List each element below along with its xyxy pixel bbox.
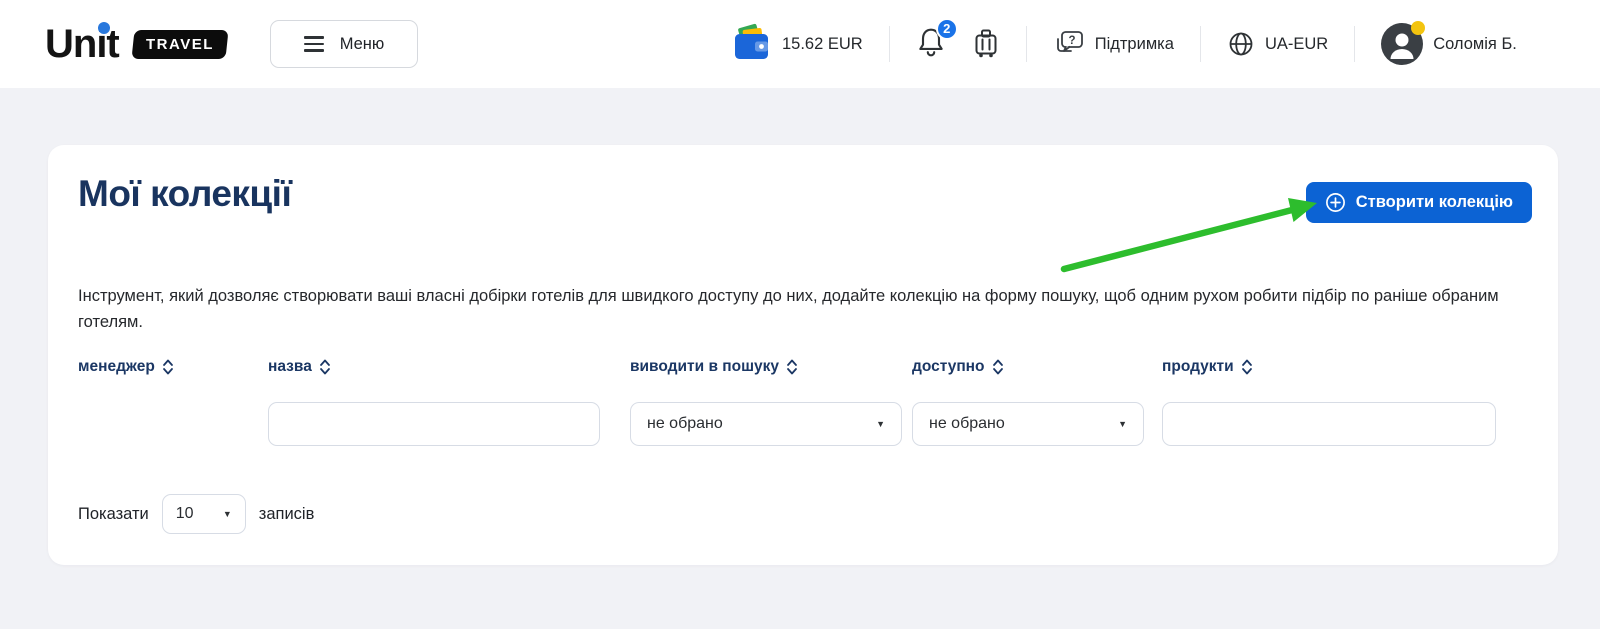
header-divider	[889, 26, 890, 62]
column-header-name[interactable]: назва	[268, 358, 331, 376]
green-arrow-annotation	[1040, 190, 1330, 285]
filter-available-value: не обрано	[929, 415, 1005, 433]
chevron-down-icon: ▼	[876, 419, 885, 429]
locale-currency-button[interactable]: UA-EUR	[1227, 30, 1328, 58]
menu-button-label: Меню	[340, 35, 385, 54]
chevron-down-icon: ▼	[223, 509, 232, 519]
locale-label: UA-EUR	[1265, 35, 1328, 54]
brand-logo[interactable]: Unit TRAVEL	[45, 22, 227, 66]
top-navigation-bar: Unit TRAVEL Меню 15.62 EUR	[0, 0, 1600, 88]
status-dot-icon	[1411, 21, 1425, 35]
sort-icon	[319, 358, 331, 376]
brand-wordmark: Unit	[45, 22, 119, 66]
filter-available-select[interactable]: не обрано ▼	[912, 402, 1144, 446]
trips-button[interactable]	[972, 28, 1000, 60]
brand-badge: TRAVEL	[131, 30, 228, 59]
header-divider	[1200, 26, 1201, 62]
filter-name-input[interactable]	[268, 402, 600, 446]
column-header-available[interactable]: доступно	[912, 358, 1004, 376]
column-header-products[interactable]: продукти	[1162, 358, 1253, 376]
support-chat-icon: ?	[1053, 29, 1085, 59]
wallet-balance: 15.62 EUR	[782, 35, 863, 54]
page-size-records-label: записів	[259, 505, 315, 524]
filter-show-in-search-value: не обрано	[647, 415, 723, 433]
column-header-show-in-search[interactable]: виводити в пошуку	[630, 358, 798, 376]
notifications-button[interactable]: 2	[916, 26, 946, 63]
support-label: Підтримка	[1095, 35, 1174, 54]
column-header-manager[interactable]: менеджер	[78, 358, 174, 376]
page-description: Інструмент, який дозволяє створювати ваш…	[78, 283, 1520, 336]
hamburger-icon	[304, 36, 324, 51]
header-divider	[1026, 26, 1027, 62]
sort-icon	[992, 358, 1004, 376]
support-button[interactable]: ? Підтримка	[1053, 29, 1174, 59]
user-menu-button[interactable]: Соломія Б.	[1381, 23, 1517, 65]
header-divider	[1354, 26, 1355, 62]
menu-button[interactable]: Меню	[270, 20, 418, 68]
page-title: Мої колекції	[78, 173, 291, 215]
sort-icon	[1241, 358, 1253, 376]
page-size-row: Показати 10 ▼ записів	[78, 494, 314, 534]
notifications-count-badge: 2	[936, 18, 958, 40]
sort-icon	[162, 358, 174, 376]
create-collection-button[interactable]: Створити колекцію	[1306, 182, 1532, 223]
wallet-balance-button[interactable]: 15.62 EUR	[730, 23, 863, 65]
header-actions: 15.62 EUR 2	[730, 0, 1580, 88]
plus-circle-icon	[1325, 192, 1346, 213]
chevron-down-icon: ▼	[1118, 419, 1127, 429]
svg-text:?: ?	[1068, 35, 1075, 47]
sort-icon	[786, 358, 798, 376]
brand-dot-icon	[98, 22, 110, 34]
luggage-icon	[972, 28, 1000, 60]
page-size-value: 10	[176, 505, 194, 523]
user-name: Соломія Б.	[1433, 35, 1517, 54]
collections-panel: Мої колекції Створити колекцію Інструмен…	[48, 145, 1558, 565]
page-size-show-label: Показати	[78, 505, 149, 524]
filter-products-input[interactable]	[1162, 402, 1496, 446]
globe-icon	[1227, 30, 1255, 58]
avatar	[1381, 23, 1423, 65]
wallet-icon	[730, 23, 772, 65]
create-collection-label: Створити колекцію	[1356, 193, 1513, 212]
filter-show-in-search-select[interactable]: не обрано ▼	[630, 402, 902, 446]
page-size-select[interactable]: 10 ▼	[162, 494, 246, 534]
